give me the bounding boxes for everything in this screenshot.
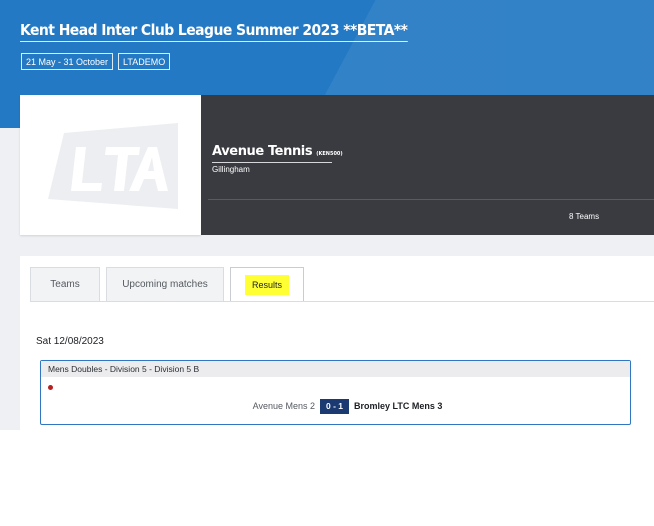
- league-title[interactable]: Kent Head Inter Club League Summer 2023 …: [20, 21, 408, 42]
- tab-upcoming-matches[interactable]: Upcoming matches: [106, 267, 224, 301]
- status-dot-icon: [48, 385, 53, 390]
- club-code: (KEN500): [316, 151, 343, 157]
- club-info-panel: Avenue Tennis (KEN500) Gillingham 8 Team…: [201, 95, 654, 235]
- divider: [208, 199, 654, 200]
- tab-upcoming-label: Upcoming matches: [122, 279, 208, 290]
- lta-logo-icon: [48, 123, 178, 209]
- tab-results-label: Results: [244, 275, 289, 295]
- date-range-badge: 21 May - 31 October: [21, 53, 114, 70]
- content-panel: Teams Upcoming matches Results Sat 12/08…: [20, 256, 654, 430]
- tab-bar: Teams Upcoming matches Results: [30, 267, 304, 302]
- tab-teams-label: Teams: [50, 279, 80, 290]
- organiser-badge: LTADEMO: [118, 53, 171, 70]
- club-name[interactable]: Avenue Tennis (KEN500): [212, 144, 343, 159]
- match-card[interactable]: Mens Doubles - Division 5 - Division 5 B…: [40, 360, 631, 425]
- club-name-text[interactable]: Avenue Tennis: [212, 144, 313, 159]
- page-stage: Kent Head Inter Club League Summer 2023 …: [0, 0, 654, 430]
- score-badge[interactable]: 0 - 1: [320, 398, 350, 414]
- teams-count: 8 Teams: [569, 212, 600, 221]
- away-team[interactable]: Bromley LTC Mens 3: [354, 401, 442, 411]
- club-card: Avenue Tennis (KEN500) Gillingham 8 Team…: [20, 95, 654, 235]
- club-town: Gillingham: [212, 165, 250, 174]
- tab-results[interactable]: Results: [230, 267, 304, 302]
- results-date-heading: Sat 12/08/2023: [36, 336, 104, 347]
- match-result-line: Avenue Mens 2 0 - 1 Bromley LTC Mens 3: [41, 398, 630, 414]
- club-logo: [20, 95, 201, 235]
- match-competition[interactable]: Mens Doubles - Division 5 - Division 5 B: [41, 361, 630, 377]
- tab-underline: [30, 301, 654, 302]
- home-team[interactable]: Avenue Mens 2: [253, 401, 315, 411]
- league-tags: 21 May - 31 October LTADEMO: [21, 53, 171, 70]
- tab-teams[interactable]: Teams: [30, 267, 100, 301]
